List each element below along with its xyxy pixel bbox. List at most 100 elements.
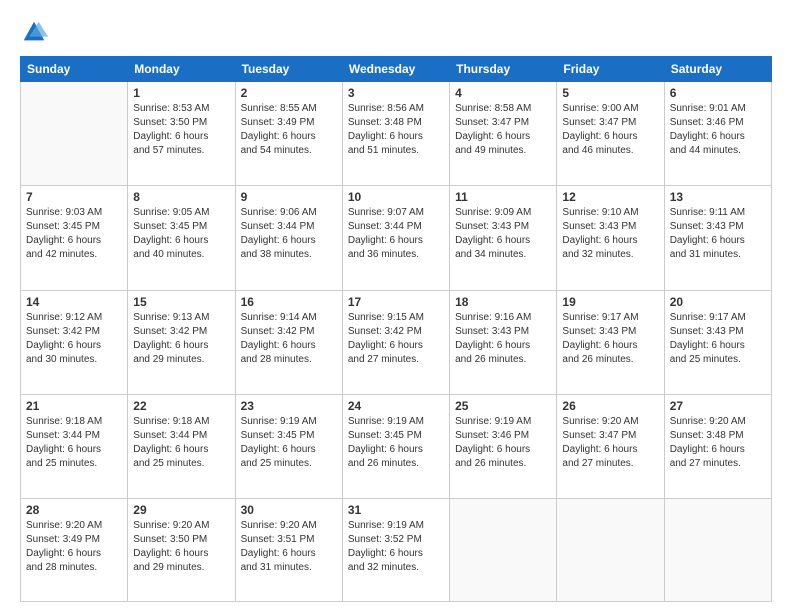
week-row-5: 28 Sunrise: 9:20 AMSunset: 3:49 PMDayligh… xyxy=(21,499,772,602)
day-number: 28 xyxy=(26,503,122,517)
calendar-cell: 23 Sunrise: 9:19 AMSunset: 3:45 PMDayligh… xyxy=(235,394,342,498)
calendar-cell: 20Sunrise: 9:17 AMSunset: 3:43 PMDayligh… xyxy=(664,290,771,394)
day-info: Sunrise: 9:19 AMSunset: 3:45 PMDaylight:… xyxy=(348,415,444,471)
day-info: Sunrise: 9:00 AMSunset: 3:47 PMDaylight:… xyxy=(562,102,658,158)
calendar-cell: 21 Sunrise: 9:18 AMSunset: 3:44 PMDayligh… xyxy=(21,394,128,498)
day-number: 19 xyxy=(562,295,658,309)
day-number: 14 xyxy=(26,295,122,309)
calendar-table: SundayMondayTuesdayWednesdayThursdayFrid… xyxy=(20,56,772,602)
day-number: 22 xyxy=(133,399,229,413)
day-info: Sunrise: 9:15 AMSunset: 3:42 PMDaylight:… xyxy=(348,311,444,367)
day-number: 29 xyxy=(133,503,229,517)
weekday-header-friday: Friday xyxy=(557,57,664,82)
weekday-header-monday: Monday xyxy=(128,57,235,82)
day-number: 10 xyxy=(348,190,444,204)
header xyxy=(20,18,772,46)
day-info: Sunrise: 9:16 AMSunset: 3:43 PMDaylight:… xyxy=(455,311,551,367)
day-info: Sunrise: 8:58 AMSunset: 3:47 PMDaylight:… xyxy=(455,102,551,158)
day-info: Sunrise: 9:20 AMSunset: 3:49 PMDaylight:… xyxy=(26,519,122,575)
calendar-cell: 12 Sunrise: 9:10 AMSunset: 3:43 PMDayligh… xyxy=(557,186,664,290)
calendar-cell: 17 Sunrise: 9:15 AMSunset: 3:42 PMDayligh… xyxy=(342,290,449,394)
weekday-header-thursday: Thursday xyxy=(450,57,557,82)
day-info: Sunrise: 9:19 AMSunset: 3:45 PMDaylight:… xyxy=(241,415,337,471)
week-row-3: 14Sunrise: 9:12 AMSunset: 3:42 PMDayligh… xyxy=(21,290,772,394)
day-number: 18 xyxy=(455,295,551,309)
page: SundayMondayTuesdayWednesdayThursdayFrid… xyxy=(0,0,792,612)
day-number: 25 xyxy=(455,399,551,413)
week-row-1: 1 Sunrise: 8:53 AMSunset: 3:50 PMDaylight… xyxy=(21,82,772,186)
day-info: Sunrise: 9:17 AMSunset: 3:43 PMDaylight:… xyxy=(562,311,658,367)
calendar-cell xyxy=(450,499,557,602)
logo-icon xyxy=(20,18,48,46)
day-number: 16 xyxy=(241,295,337,309)
day-info: Sunrise: 9:20 AMSunset: 3:48 PMDaylight:… xyxy=(670,415,766,471)
day-number: 15 xyxy=(133,295,229,309)
day-info: Sunrise: 9:05 AMSunset: 3:45 PMDaylight:… xyxy=(133,206,229,262)
weekday-header-row: SundayMondayTuesdayWednesdayThursdayFrid… xyxy=(21,57,772,82)
calendar-cell: 26Sunrise: 9:20 AMSunset: 3:47 PMDayligh… xyxy=(557,394,664,498)
calendar-cell: 24 Sunrise: 9:19 AMSunset: 3:45 PMDayligh… xyxy=(342,394,449,498)
week-row-4: 21 Sunrise: 9:18 AMSunset: 3:44 PMDayligh… xyxy=(21,394,772,498)
calendar-cell: 16 Sunrise: 9:14 AMSunset: 3:42 PMDayligh… xyxy=(235,290,342,394)
calendar-cell: 18 Sunrise: 9:16 AMSunset: 3:43 PMDayligh… xyxy=(450,290,557,394)
day-info: Sunrise: 9:20 AMSunset: 3:47 PMDaylight:… xyxy=(562,415,658,471)
day-info: Sunrise: 8:56 AMSunset: 3:48 PMDaylight:… xyxy=(348,102,444,158)
day-info: Sunrise: 9:18 AMSunset: 3:44 PMDaylight:… xyxy=(133,415,229,471)
day-info: Sunrise: 9:10 AMSunset: 3:43 PMDaylight:… xyxy=(562,206,658,262)
logo xyxy=(20,18,52,46)
calendar-cell: 9Sunrise: 9:06 AMSunset: 3:44 PMDaylight… xyxy=(235,186,342,290)
day-number: 5 xyxy=(562,86,658,100)
weekday-header-tuesday: Tuesday xyxy=(235,57,342,82)
weekday-header-wednesday: Wednesday xyxy=(342,57,449,82)
calendar-cell: 8 Sunrise: 9:05 AMSunset: 3:45 PMDaylight… xyxy=(128,186,235,290)
calendar-cell: 30 Sunrise: 9:20 AMSunset: 3:51 PMDayligh… xyxy=(235,499,342,602)
day-info: Sunrise: 9:19 AMSunset: 3:52 PMDaylight:… xyxy=(348,519,444,575)
day-info: Sunrise: 9:07 AMSunset: 3:44 PMDaylight:… xyxy=(348,206,444,262)
calendar-cell: 31Sunrise: 9:19 AMSunset: 3:52 PMDayligh… xyxy=(342,499,449,602)
day-info: Sunrise: 9:06 AMSunset: 3:44 PMDaylight:… xyxy=(241,206,337,262)
day-number: 17 xyxy=(348,295,444,309)
day-number: 24 xyxy=(348,399,444,413)
day-number: 1 xyxy=(133,86,229,100)
day-number: 12 xyxy=(562,190,658,204)
day-number: 6 xyxy=(670,86,766,100)
day-info: Sunrise: 9:14 AMSunset: 3:42 PMDaylight:… xyxy=(241,311,337,367)
calendar-cell: 6Sunrise: 9:01 AMSunset: 3:46 PMDaylight… xyxy=(664,82,771,186)
day-number: 7 xyxy=(26,190,122,204)
day-number: 2 xyxy=(241,86,337,100)
calendar-cell: 15 Sunrise: 9:13 AMSunset: 3:42 PMDayligh… xyxy=(128,290,235,394)
day-info: Sunrise: 9:20 AMSunset: 3:50 PMDaylight:… xyxy=(133,519,229,575)
day-info: Sunrise: 9:20 AMSunset: 3:51 PMDaylight:… xyxy=(241,519,337,575)
calendar-cell: 1 Sunrise: 8:53 AMSunset: 3:50 PMDaylight… xyxy=(128,82,235,186)
day-info: Sunrise: 9:11 AMSunset: 3:43 PMDaylight:… xyxy=(670,206,766,262)
day-info: Sunrise: 8:53 AMSunset: 3:50 PMDaylight:… xyxy=(133,102,229,158)
day-info: Sunrise: 9:13 AMSunset: 3:42 PMDaylight:… xyxy=(133,311,229,367)
week-row-2: 7 Sunrise: 9:03 AMSunset: 3:45 PMDaylight… xyxy=(21,186,772,290)
calendar-cell: 10 Sunrise: 9:07 AMSunset: 3:44 PMDayligh… xyxy=(342,186,449,290)
day-number: 21 xyxy=(26,399,122,413)
day-number: 30 xyxy=(241,503,337,517)
calendar-cell: 29 Sunrise: 9:20 AMSunset: 3:50 PMDayligh… xyxy=(128,499,235,602)
day-info: Sunrise: 9:18 AMSunset: 3:44 PMDaylight:… xyxy=(26,415,122,471)
calendar-cell: 14Sunrise: 9:12 AMSunset: 3:42 PMDayligh… xyxy=(21,290,128,394)
day-info: Sunrise: 8:55 AMSunset: 3:49 PMDaylight:… xyxy=(241,102,337,158)
calendar-cell: 27 Sunrise: 9:20 AMSunset: 3:48 PMDayligh… xyxy=(664,394,771,498)
calendar-cell: 19 Sunrise: 9:17 AMSunset: 3:43 PMDayligh… xyxy=(557,290,664,394)
day-number: 11 xyxy=(455,190,551,204)
calendar-cell: 22 Sunrise: 9:18 AMSunset: 3:44 PMDayligh… xyxy=(128,394,235,498)
calendar-cell xyxy=(664,499,771,602)
calendar-cell xyxy=(21,82,128,186)
day-number: 8 xyxy=(133,190,229,204)
calendar-cell: 25 Sunrise: 9:19 AMSunset: 3:46 PMDayligh… xyxy=(450,394,557,498)
calendar-cell: 4 Sunrise: 8:58 AMSunset: 3:47 PMDaylight… xyxy=(450,82,557,186)
day-info: Sunrise: 9:09 AMSunset: 3:43 PMDaylight:… xyxy=(455,206,551,262)
day-info: Sunrise: 9:19 AMSunset: 3:46 PMDaylight:… xyxy=(455,415,551,471)
day-number: 4 xyxy=(455,86,551,100)
day-number: 23 xyxy=(241,399,337,413)
calendar-cell xyxy=(557,499,664,602)
day-number: 3 xyxy=(348,86,444,100)
day-number: 27 xyxy=(670,399,766,413)
day-number: 13 xyxy=(670,190,766,204)
day-info: Sunrise: 9:03 AMSunset: 3:45 PMDaylight:… xyxy=(26,206,122,262)
calendar-cell: 13 Sunrise: 9:11 AMSunset: 3:43 PMDayligh… xyxy=(664,186,771,290)
